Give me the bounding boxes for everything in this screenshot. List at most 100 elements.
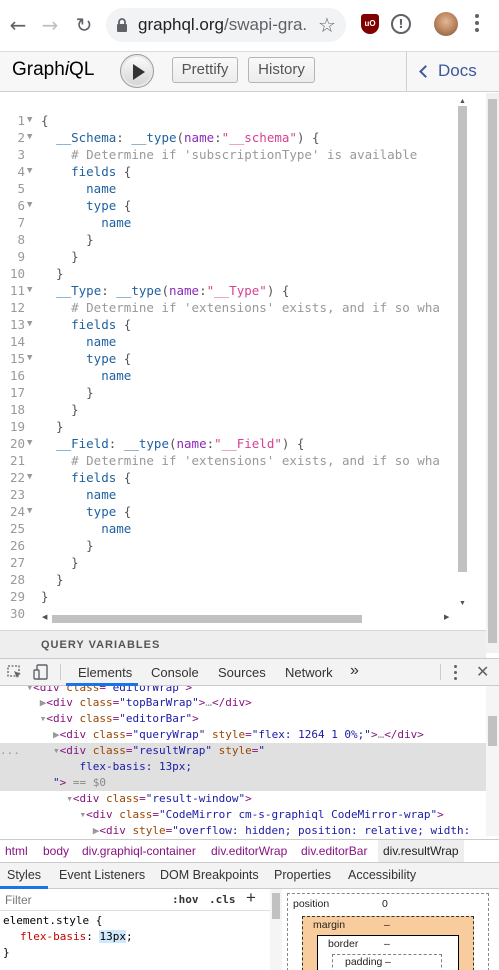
close-devtools-icon[interactable]: ✕ xyxy=(476,662,489,681)
box-model-margin[interactable]: margin – border – padding – xyxy=(302,916,474,970)
fold-arrow-icon[interactable]: ▼ xyxy=(27,350,32,367)
reload-icon[interactable]: ↻ xyxy=(72,13,96,37)
box-model-border[interactable]: border – padding – xyxy=(317,935,459,970)
code-line[interactable]: 1 ▼ { xyxy=(0,112,458,129)
tab-dom-breakpoints[interactable]: DOM Breakpoints xyxy=(160,868,259,882)
code-line[interactable]: 17 } xyxy=(0,384,458,401)
code-line[interactable]: 18 } xyxy=(0,401,458,418)
code-line[interactable]: 14 name xyxy=(0,333,458,350)
code-line[interactable]: 16 name xyxy=(0,367,458,384)
hover-state-toggle[interactable]: :hov xyxy=(172,893,199,906)
fold-arrow-icon[interactable]: ▼ xyxy=(27,163,32,180)
code-line[interactable]: 27 } xyxy=(0,554,458,571)
code-line[interactable]: 20 ▼ __Field: __type(name:"__Field") { xyxy=(0,435,458,452)
filter-input[interactable]: Filter xyxy=(5,893,32,907)
devtools-menu-icon[interactable] xyxy=(452,664,458,682)
dom-tree[interactable]: ▾<div class="editorWrap"> ▶<div class="t… xyxy=(0,686,486,836)
dom-node-line[interactable]: ▾<div class="editorBar"> xyxy=(0,711,486,727)
fold-arrow-icon[interactable]: ▼ xyxy=(27,197,32,214)
code-line[interactable]: 26 } xyxy=(0,537,458,554)
dom-node-line[interactable]: ▶<div class="topBarWrap">…</div> xyxy=(0,695,486,711)
rule-property[interactable]: flex-basis xyxy=(20,930,86,943)
rule-declaration[interactable]: flex-basis: 13px; xyxy=(0,929,270,945)
browser-menu-icon[interactable] xyxy=(474,12,480,36)
dom-node-line[interactable]: ... ▾<div class="resultWrap" style=" xyxy=(0,743,486,759)
code-line[interactable]: 8 } xyxy=(0,231,458,248)
breadcrumb-editorwrap[interactable]: div.editorWrap xyxy=(211,844,287,858)
more-tabs-icon[interactable]: » xyxy=(350,662,359,680)
fold-arrow-icon[interactable]: ▼ xyxy=(27,282,32,299)
breadcrumb-html[interactable]: html xyxy=(5,844,28,858)
breadcrumb-graphiql-container[interactable]: div.graphiql-container xyxy=(82,844,196,858)
prettify-button[interactable]: Prettify xyxy=(172,57,238,83)
breadcrumb-editorbar[interactable]: div.editorBar xyxy=(301,844,367,858)
query-editor[interactable]: 1 ▼{2 ▼ __Schema: __type(name:"__schema") … xyxy=(0,93,499,630)
dom-node-line[interactable]: ▾<div class="CodeMirror cm-s-graphiql Co… xyxy=(0,807,486,823)
editor-vertical-scrollbar[interactable]: ▲ ▼ xyxy=(456,98,468,610)
back-icon[interactable]: ← xyxy=(6,13,30,37)
box-model-padding[interactable]: padding – xyxy=(332,954,442,970)
tab-properties[interactable]: Properties xyxy=(274,868,331,882)
code-line[interactable]: 5 name xyxy=(0,180,458,197)
breadcrumb-resultwrap[interactable]: div.resultWrap xyxy=(378,840,464,862)
page-vertical-scrollbar[interactable] xyxy=(486,93,499,653)
new-style-rule-icon[interactable]: + xyxy=(246,888,256,908)
code-line[interactable]: 13 ▼ fields { xyxy=(0,316,458,333)
code-line[interactable]: 2 ▼ __Schema: __type(name:"__schema") { xyxy=(0,129,458,146)
code-line[interactable]: 19 } xyxy=(0,418,458,435)
profile-avatar[interactable] xyxy=(434,12,458,36)
code-line[interactable]: 25 name xyxy=(0,520,458,537)
editor-horizontal-scrollbar[interactable]: ◀ ▶ xyxy=(40,613,454,625)
bookmark-star-icon[interactable]: ☆ xyxy=(318,13,336,37)
code-line[interactable]: 10 } xyxy=(0,265,458,282)
styles-scrollbar[interactable] xyxy=(270,889,282,970)
fold-arrow-icon[interactable]: ▼ xyxy=(27,316,32,333)
tab-console[interactable]: Console xyxy=(151,665,199,680)
ublock-extension-icon[interactable]: uO xyxy=(361,14,379,34)
fold-arrow-icon[interactable]: ▼ xyxy=(27,469,32,486)
code-line[interactable]: 4 ▼ fields { xyxy=(0,163,458,180)
code-line[interactable]: 23 name xyxy=(0,486,458,503)
dom-node-line[interactable]: ▶<div style="overflow: hidden; position:… xyxy=(0,823,486,836)
code-line[interactable]: 22 ▼ fields { xyxy=(0,469,458,486)
tab-network[interactable]: Network xyxy=(285,665,333,680)
query-variables-title[interactable]: QUERY VARIABLES xyxy=(0,630,486,658)
fold-arrow-icon[interactable]: ▼ xyxy=(27,112,32,129)
breadcrumb-body[interactable]: body xyxy=(43,844,69,858)
docs-button[interactable]: Docs xyxy=(406,52,499,92)
fold-arrow-icon[interactable]: ▼ xyxy=(27,435,32,452)
execute-query-button[interactable] xyxy=(120,54,154,88)
code-line[interactable]: 24 ▼ type { xyxy=(0,503,458,520)
code-line[interactable]: 12 # Determine if 'extensions' exists, a… xyxy=(0,299,458,316)
rule-value[interactable]: 13px xyxy=(99,930,126,943)
dom-node-line[interactable]: "> == $0 xyxy=(0,775,486,791)
info-icon[interactable]: ! xyxy=(391,14,411,34)
code-line[interactable]: 9 } xyxy=(0,248,458,265)
dom-node-line[interactable]: ▶<div class="queryWrap" style="flex: 126… xyxy=(0,727,486,743)
code-line[interactable]: 11 ▼ __Type: __type(name:"__Type") { xyxy=(0,282,458,299)
forward-icon[interactable]: → xyxy=(38,13,62,37)
dom-tree-scrollbar[interactable] xyxy=(486,686,499,836)
address-bar[interactable]: graphql.org/swapi-gra... ☆ xyxy=(106,8,346,42)
code-line[interactable]: 21 # Determine if 'extensions' exists, a… xyxy=(0,452,458,469)
tab-sources[interactable]: Sources xyxy=(218,665,266,680)
inspect-element-icon[interactable] xyxy=(6,663,24,681)
tab-elements[interactable]: Elements xyxy=(78,665,132,680)
code-lines[interactable]: 1 ▼{2 ▼ __Schema: __type(name:"__schema") … xyxy=(0,112,458,622)
code-line[interactable]: 15 ▼ type { xyxy=(0,350,458,367)
tab-accessibility[interactable]: Accessibility xyxy=(348,868,416,882)
dom-node-line[interactable]: ▾<div class="result-window"> xyxy=(0,791,486,807)
tab-styles[interactable]: Styles xyxy=(7,868,41,882)
code-line[interactable]: 28 } xyxy=(0,571,458,588)
history-button[interactable]: History xyxy=(248,57,315,83)
fold-arrow-icon[interactable]: ▼ xyxy=(27,503,32,520)
tab-event-listeners[interactable]: Event Listeners xyxy=(59,868,145,882)
code-line[interactable]: 3 # Determine if 'subscriptionType' is a… xyxy=(0,146,458,163)
box-model-position[interactable]: position 0 margin – border – padding – xyxy=(287,893,489,970)
class-toggle[interactable]: .cls xyxy=(209,893,236,906)
fold-arrow-icon[interactable]: ▼ xyxy=(27,129,32,146)
code-line[interactable]: 7 name xyxy=(0,214,458,231)
code-line[interactable]: 6 ▼ type { xyxy=(0,197,458,214)
device-toolbar-icon[interactable] xyxy=(32,663,50,681)
dom-node-line[interactable]: flex-basis: 13px; xyxy=(0,759,486,775)
